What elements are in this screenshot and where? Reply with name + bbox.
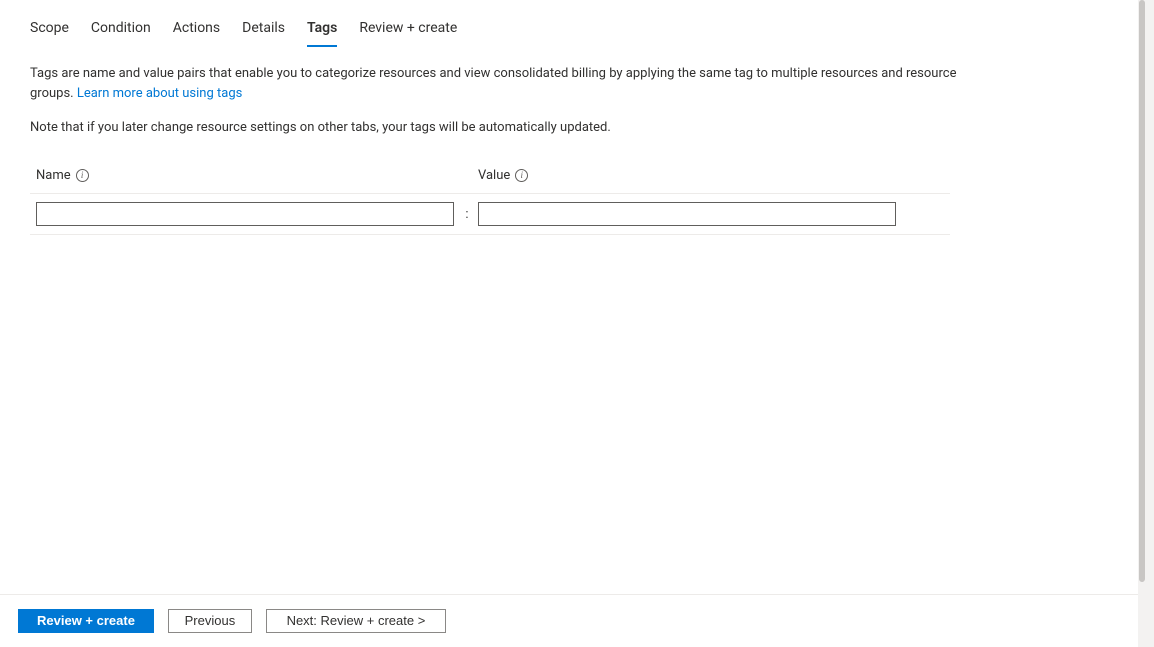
column-value-text: Value — [478, 168, 510, 183]
tab-actions[interactable]: Actions — [173, 20, 220, 46]
tag-value-input[interactable] — [478, 202, 896, 226]
tag-separator: : — [456, 207, 478, 222]
tab-condition[interactable]: Condition — [91, 20, 151, 46]
tags-description: Tags are name and value pairs that enabl… — [30, 64, 990, 104]
scrollbar-track[interactable] — [1138, 0, 1146, 647]
tag-name-input[interactable] — [36, 202, 454, 226]
info-icon[interactable]: i — [515, 169, 528, 182]
column-value-label: Value i — [478, 168, 528, 183]
scrollbar-thumb[interactable] — [1139, 0, 1145, 582]
tabs: Scope Condition Actions Details Tags Rev… — [30, 0, 1116, 46]
tags-input-row: : — [30, 194, 950, 235]
tags-table: Name i Value i : — [30, 168, 950, 235]
tags-note: Note that if you later change resource s… — [30, 118, 1116, 138]
column-name-label: Name i — [36, 168, 89, 183]
tab-tags[interactable]: Tags — [307, 20, 337, 46]
review-create-button[interactable]: Review + create — [18, 609, 154, 633]
tab-review-create[interactable]: Review + create — [359, 20, 457, 46]
tab-details[interactable]: Details — [242, 20, 285, 46]
learn-more-link[interactable]: Learn more about using tags — [77, 86, 243, 101]
footer: Review + create Previous Next: Review + … — [0, 594, 1146, 647]
tab-scope[interactable]: Scope — [30, 20, 69, 46]
tags-header-row: Name i Value i — [30, 168, 950, 194]
previous-button[interactable]: Previous — [168, 609, 252, 633]
next-button[interactable]: Next: Review + create > — [266, 609, 446, 633]
info-icon[interactable]: i — [76, 169, 89, 182]
column-name-text: Name — [36, 168, 71, 183]
